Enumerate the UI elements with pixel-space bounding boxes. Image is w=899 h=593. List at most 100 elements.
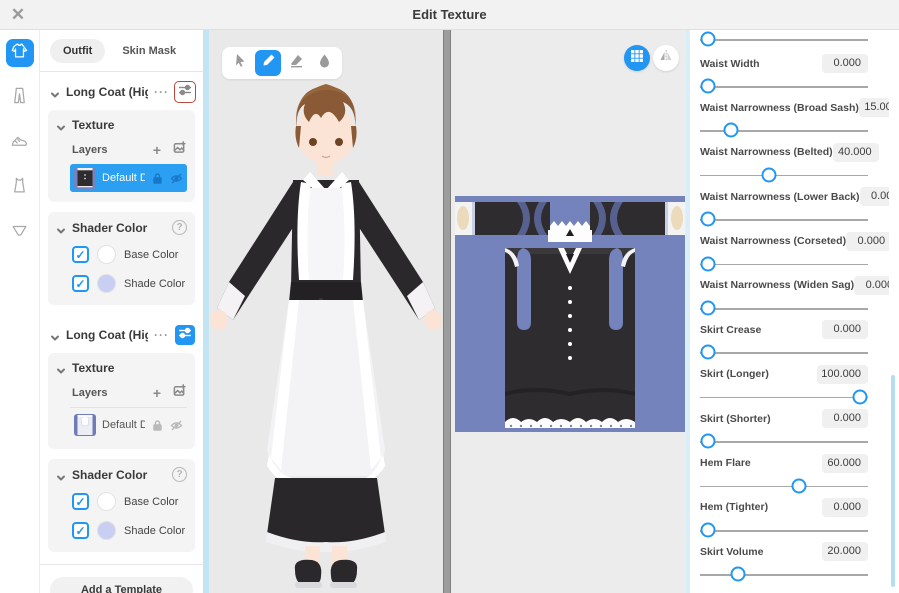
slider-label: Skirt Volume — [700, 546, 763, 558]
slider-track[interactable] — [700, 565, 868, 583]
slider-value[interactable]: 100.000 — [817, 365, 868, 384]
slider-label: Hem Flare — [700, 457, 751, 469]
parameter-panel: Waist Width 0.000 Waist Narrowness (Broa… — [690, 30, 889, 593]
import-image-button[interactable] — [171, 142, 187, 158]
category-rail — [0, 30, 40, 593]
layer-thumbnail — [74, 167, 96, 189]
template-1-texture-card: Texture Layers + Default Desi — [48, 110, 195, 202]
shade-color-checkbox[interactable]: ✓ — [72, 275, 89, 292]
slider-row: Skirt Volume 20.000 — [700, 534, 868, 578]
add-image-icon — [173, 384, 186, 402]
import-image-button[interactable] — [171, 385, 187, 401]
template-1-params-button[interactable] — [175, 82, 195, 102]
slider-handle[interactable] — [701, 32, 716, 47]
shade-color-swatch[interactable] — [97, 274, 116, 293]
slider-value[interactable]: 0.000 — [822, 320, 868, 339]
slider-label: Waist Narrowness (Belted) — [700, 146, 833, 158]
parameter-panel-scrollbar[interactable] — [891, 375, 895, 587]
eye-off-icon[interactable] — [170, 419, 183, 432]
plus-icon: + — [153, 143, 161, 157]
layer-thumbnail — [74, 414, 96, 436]
template-2-texture-card: Texture Layers + Default Desi — [48, 353, 195, 449]
rail-item-bottoms[interactable] — [6, 84, 34, 112]
shade-color-row: ✓ Shade Color — [72, 274, 187, 293]
view-splitter[interactable] — [443, 30, 451, 593]
grid-icon — [630, 49, 644, 68]
rail-item-shoes[interactable] — [6, 129, 34, 157]
slider-value[interactable]: 0.000 — [822, 498, 868, 517]
base-color-checkbox[interactable]: ✓ — [72, 246, 89, 263]
lock-icon[interactable] — [151, 172, 164, 185]
sliders-icon — [178, 326, 192, 345]
slider-label: Skirt Crease — [700, 324, 761, 336]
slider-row: Skirt Crease 0.000 — [700, 312, 868, 356]
plus-icon: + — [153, 386, 161, 400]
base-color-checkbox[interactable]: ✓ — [72, 493, 89, 510]
base-color-swatch[interactable] — [97, 245, 116, 264]
slider-row: Waist Narrowness (Corseted) 0.000 — [700, 224, 868, 268]
texture-canvas[interactable] — [451, 30, 686, 593]
slider-handle[interactable] — [731, 567, 746, 582]
rail-item-skirt[interactable] — [6, 219, 34, 247]
chevron-down-icon[interactable] — [50, 330, 60, 340]
slider-value[interactable]: 20.000 — [822, 542, 868, 561]
slider-value[interactable]: 0.000 — [854, 276, 889, 295]
tool-brush[interactable] — [255, 50, 281, 76]
chevron-down-icon[interactable] — [56, 363, 66, 373]
shade-color-swatch[interactable] — [97, 521, 116, 540]
onepiece-icon — [10, 176, 29, 200]
rail-item-tops[interactable] — [6, 39, 34, 67]
slider-value[interactable]: 0.000 — [860, 187, 890, 206]
tool-eraser[interactable] — [283, 50, 309, 76]
chevron-down-icon[interactable] — [56, 470, 66, 480]
slider-value[interactable]: 40.000 — [833, 143, 879, 162]
help-icon[interactable]: ? — [172, 220, 187, 235]
template-2-menu-icon[interactable]: ··· — [154, 328, 169, 342]
shade-color-label: Shade Color — [124, 278, 185, 290]
add-layer-button[interactable]: + — [149, 142, 165, 158]
paint-toolbar — [222, 47, 342, 79]
template-2-params-button[interactable] — [175, 325, 195, 345]
shader-section-title: Shader Color — [72, 468, 166, 482]
bottoms-icon — [10, 86, 29, 110]
texture-image — [455, 196, 685, 432]
slider-row: Hem (Tighter) 0.000 — [700, 490, 868, 534]
sliders-icon — [178, 83, 192, 102]
lock-icon[interactable] — [151, 419, 164, 432]
template-2-shader-card: Shader Color ? ✓ Base Color ✓ Shade Colo… — [48, 459, 195, 552]
base-color-label: Base Color — [124, 249, 178, 261]
slider-value[interactable]: 0.000 — [822, 409, 868, 428]
tab-skin-mask[interactable]: Skin Mask — [109, 39, 189, 63]
chevron-down-icon[interactable] — [50, 87, 60, 97]
slider-row: Waist Narrowness (Widen Sag) 0.000 — [700, 268, 868, 312]
slider-value[interactable]: 0.000 — [846, 232, 889, 251]
chevron-down-icon[interactable] — [56, 120, 66, 130]
model-viewport[interactable] — [209, 30, 443, 593]
template-1-title: Long Coat (High — [66, 85, 148, 99]
slider-value[interactable]: 15.000 — [859, 98, 889, 117]
base-color-swatch[interactable] — [97, 492, 116, 511]
slider-label: Waist Narrowness (Lower Back) — [700, 191, 860, 203]
rail-item-onepiece[interactable] — [6, 174, 34, 202]
slider-label: Skirt (Shorter) — [700, 413, 771, 425]
window-title: Edit Texture — [0, 0, 899, 30]
slider-label: Waist Narrowness (Broad Sash) — [700, 102, 859, 114]
template-2-title: Long Coat (High — [66, 328, 148, 342]
layer-row[interactable]: Default Desi — [70, 164, 187, 192]
mirror-toggle-button[interactable] — [653, 45, 679, 71]
template-1-menu-icon[interactable]: ··· — [154, 85, 169, 99]
slider-value[interactable]: 0.000 — [822, 54, 868, 73]
help-icon[interactable]: ? — [172, 467, 187, 482]
layers-label: Layers — [72, 144, 143, 156]
eye-off-icon[interactable] — [170, 172, 183, 185]
grid-toggle-button[interactable] — [624, 45, 650, 71]
layer-row[interactable]: Default Desi — [70, 407, 187, 439]
tab-outfit[interactable]: Outfit — [50, 39, 105, 63]
slider-value[interactable]: 60.000 — [822, 454, 868, 473]
chevron-down-icon[interactable] — [56, 223, 66, 233]
tool-droplet[interactable] — [311, 50, 337, 76]
add-layer-button[interactable]: + — [149, 385, 165, 401]
tool-cursor[interactable] — [227, 50, 253, 76]
add-template-button[interactable]: Add a Template — [50, 577, 193, 593]
shade-color-checkbox[interactable]: ✓ — [72, 522, 89, 539]
